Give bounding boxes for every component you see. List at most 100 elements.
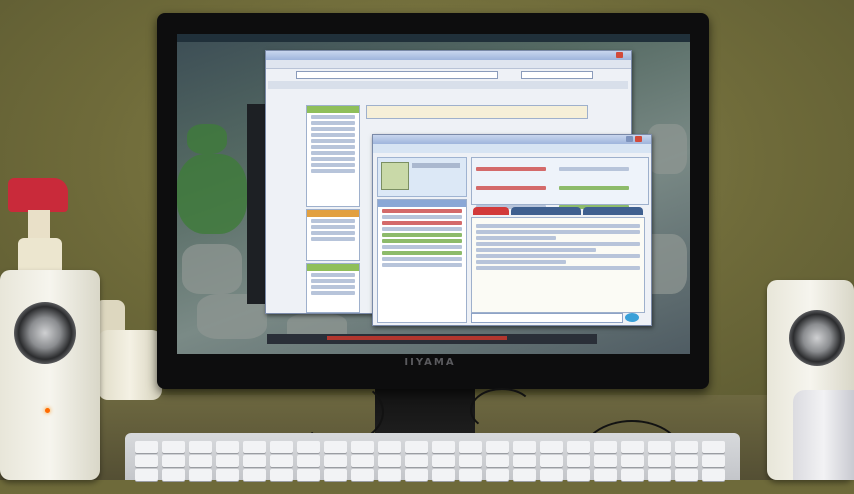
keyboard-key[interactable] xyxy=(189,455,212,467)
contact-row[interactable] xyxy=(382,245,462,249)
contact-row[interactable] xyxy=(382,221,462,225)
list-item[interactable] xyxy=(311,127,355,131)
keyboard-key[interactable] xyxy=(297,455,320,467)
keyboard-key[interactable] xyxy=(567,455,590,467)
keyboard-key[interactable] xyxy=(486,469,509,481)
friend-entry[interactable] xyxy=(559,167,630,171)
keyboard-key[interactable] xyxy=(351,469,374,481)
keyboard-key[interactable] xyxy=(702,469,725,481)
keyboard-key[interactable] xyxy=(324,441,347,453)
list-item[interactable] xyxy=(311,285,355,289)
keyboard-key[interactable] xyxy=(567,469,590,481)
keyboard-key[interactable] xyxy=(135,455,158,467)
keyboard-key[interactable] xyxy=(162,441,185,453)
list-item[interactable] xyxy=(311,151,355,155)
keyboard-key[interactable] xyxy=(675,441,698,453)
list-item[interactable] xyxy=(311,225,355,229)
keyboard-key[interactable] xyxy=(216,455,239,467)
list-item[interactable] xyxy=(311,169,355,173)
keyboard-key[interactable] xyxy=(486,455,509,467)
list-item[interactable] xyxy=(311,279,355,283)
list-item[interactable] xyxy=(311,145,355,149)
list-item[interactable] xyxy=(311,291,355,295)
list-item[interactable] xyxy=(311,219,355,223)
keyboard-key[interactable] xyxy=(540,455,563,467)
address-bar[interactable] xyxy=(296,71,498,79)
list-item[interactable] xyxy=(311,133,355,137)
keyboard-key[interactable] xyxy=(621,455,644,467)
keyboard-key[interactable] xyxy=(378,441,401,453)
friend-entry[interactable] xyxy=(476,167,546,171)
contact-row[interactable] xyxy=(382,227,462,231)
keyboard-key[interactable] xyxy=(648,455,671,467)
keyboard-key[interactable] xyxy=(243,469,266,481)
maximize-icon[interactable] xyxy=(626,136,633,142)
keyboard-key[interactable] xyxy=(270,469,293,481)
contact-row[interactable] xyxy=(382,215,462,219)
keyboard-key[interactable] xyxy=(594,441,617,453)
keyboard-key[interactable] xyxy=(513,455,536,467)
keyboard-key[interactable] xyxy=(405,469,428,481)
keyboard-key[interactable] xyxy=(702,455,725,467)
keyboard-key[interactable] xyxy=(162,469,185,481)
contact-row[interactable] xyxy=(382,239,462,243)
keyboard-key[interactable] xyxy=(270,455,293,467)
messenger-window[interactable] xyxy=(372,134,652,326)
search-input[interactable] xyxy=(521,71,593,79)
keyboard-key[interactable] xyxy=(189,441,212,453)
tab-inactive[interactable] xyxy=(511,207,581,215)
keyboard-key[interactable] xyxy=(594,455,617,467)
keyboard-key[interactable] xyxy=(675,455,698,467)
keyboard-key[interactable] xyxy=(621,469,644,481)
keyboard-key[interactable] xyxy=(162,455,185,467)
keyboard-key[interactable] xyxy=(540,469,563,481)
keyboard-key[interactable] xyxy=(540,441,563,453)
list-item[interactable] xyxy=(311,163,355,167)
avatar[interactable] xyxy=(381,162,409,190)
keyboard-key[interactable] xyxy=(486,441,509,453)
list-item[interactable] xyxy=(311,237,355,241)
keyboard-key[interactable] xyxy=(432,455,455,467)
keyboard-key[interactable] xyxy=(648,469,671,481)
list-item[interactable] xyxy=(311,157,355,161)
keyboard-key[interactable] xyxy=(513,441,536,453)
keyboard-key[interactable] xyxy=(405,441,428,453)
keyboard-key[interactable] xyxy=(567,441,590,453)
close-icon[interactable] xyxy=(616,52,623,58)
keyboard-key[interactable] xyxy=(432,469,455,481)
keyboard-key[interactable] xyxy=(135,441,158,453)
keyboard-key[interactable] xyxy=(297,469,320,481)
list-item[interactable] xyxy=(311,139,355,143)
friend-entry[interactable] xyxy=(476,186,546,190)
messenger-titlebar[interactable] xyxy=(373,135,651,144)
keyboard-key[interactable] xyxy=(243,455,266,467)
keyboard-key[interactable] xyxy=(594,469,617,481)
keyboard-key[interactable] xyxy=(351,455,374,467)
keyboard-key[interactable] xyxy=(189,469,212,481)
keyboard-key[interactable] xyxy=(351,441,374,453)
messenger-menubar[interactable] xyxy=(373,144,651,153)
browser-titlebar[interactable] xyxy=(266,51,631,60)
keyboard-key[interactable] xyxy=(459,469,482,481)
browser-tabs[interactable] xyxy=(268,81,628,89)
contact-row[interactable] xyxy=(382,257,462,261)
friend-entry[interactable] xyxy=(559,186,630,190)
keyboard-key[interactable] xyxy=(621,441,644,453)
keyboard-key[interactable] xyxy=(675,469,698,481)
contact-row[interactable] xyxy=(382,209,462,213)
list-item[interactable] xyxy=(311,273,355,277)
keyboard-key[interactable] xyxy=(432,441,455,453)
keyboard-key[interactable] xyxy=(270,441,293,453)
send-button[interactable] xyxy=(625,313,639,322)
keyboard-key[interactable] xyxy=(459,455,482,467)
keyboard-key[interactable] xyxy=(702,441,725,453)
message-input[interactable] xyxy=(471,313,623,323)
close-icon[interactable] xyxy=(635,136,642,142)
keyboard-key[interactable] xyxy=(216,441,239,453)
keyboard-key[interactable] xyxy=(405,455,428,467)
tab-active[interactable] xyxy=(473,207,509,215)
keyboard-key[interactable] xyxy=(324,469,347,481)
keyboard-key[interactable] xyxy=(324,455,347,467)
keyboard-key[interactable] xyxy=(459,441,482,453)
keyboard-key[interactable] xyxy=(243,441,266,453)
